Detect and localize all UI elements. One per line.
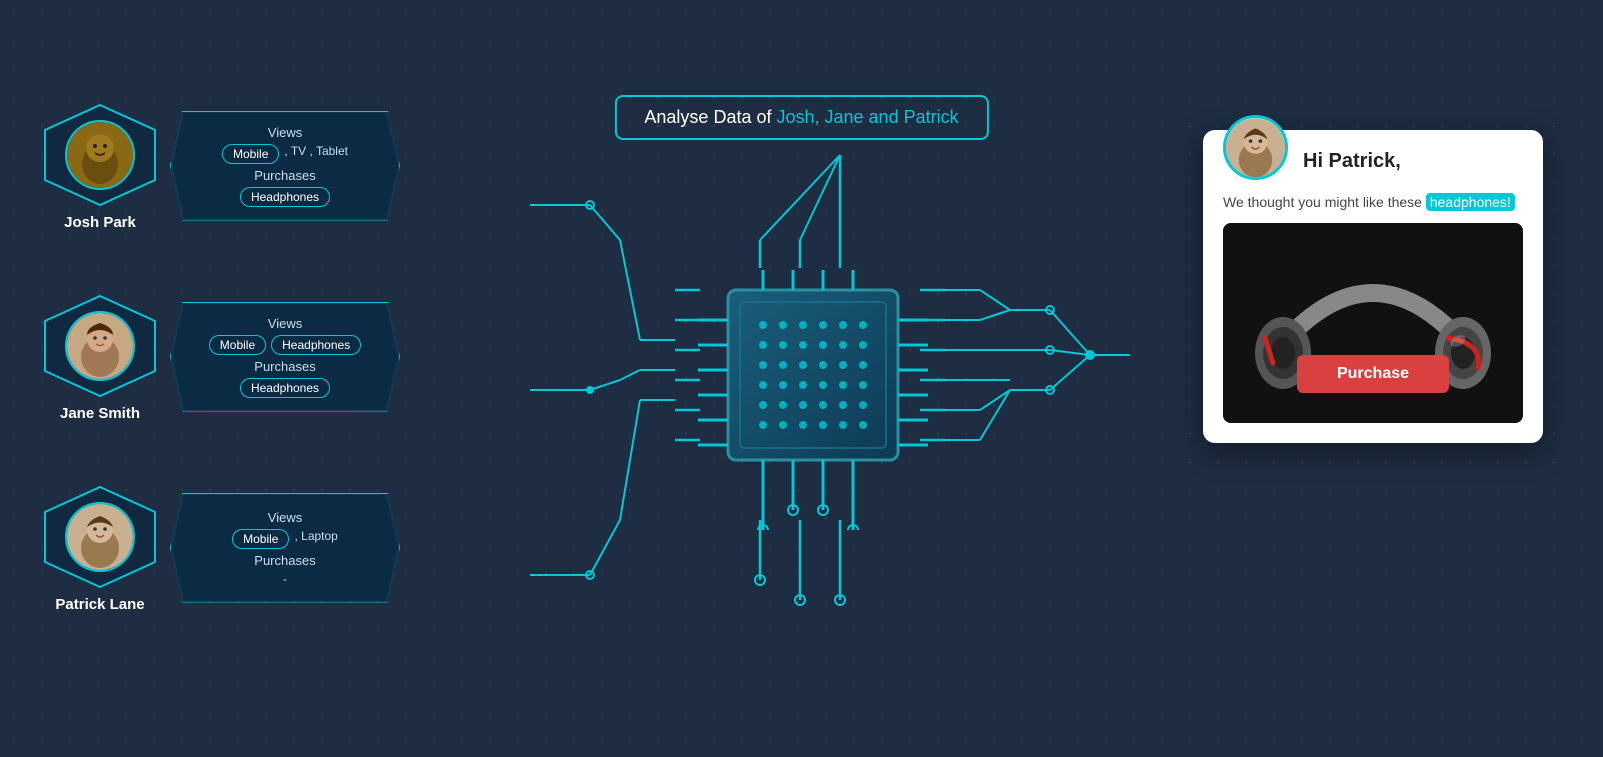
data-box-patrick: Views Mobile , Laptop Purchases - bbox=[170, 493, 400, 603]
hex-container-jane bbox=[40, 291, 160, 401]
hex-container-patrick bbox=[40, 482, 160, 592]
user-row-jane: Jane Smith Views Mobile Headphones Purch… bbox=[40, 291, 400, 422]
result-message-highlight: headphones! bbox=[1426, 193, 1515, 211]
result-card: Hi Patrick, We thought you might like th… bbox=[1203, 130, 1543, 443]
josh-views-tags: Mobile , TV , Tablet bbox=[222, 144, 348, 164]
avatar-josh bbox=[65, 120, 135, 190]
jane-purchase-tags: Headphones bbox=[240, 378, 330, 398]
cpu-chip-container bbox=[698, 270, 928, 535]
user-row-josh: Josh Park Views Mobile , TV , Tablet Pur… bbox=[40, 100, 400, 231]
patrick-tag-mobile: Mobile bbox=[232, 529, 289, 549]
jane-tag-mobile: Mobile bbox=[209, 335, 266, 355]
purchase-button[interactable]: Purchase bbox=[1297, 355, 1449, 393]
result-greeting: Hi Patrick, bbox=[1303, 150, 1401, 173]
result-text-block: Hi Patrick, bbox=[1303, 150, 1401, 173]
title-highlight: Josh, Jane and Patrick bbox=[776, 107, 958, 127]
josh-views-plain: , TV , Tablet bbox=[284, 144, 348, 164]
user-row-patrick: Patrick Lane Views Mobile , Laptop Purch… bbox=[40, 482, 400, 613]
result-message-before: We thought you might like these bbox=[1223, 194, 1426, 210]
result-card-header: Hi Patrick, bbox=[1223, 150, 1523, 180]
result-avatar-patrick bbox=[1223, 115, 1288, 180]
title-box: Analyse Data of Josh, Jane and Patrick bbox=[614, 95, 988, 140]
patrick-purchase-tags: - bbox=[283, 572, 287, 586]
title-text: Analyse Data of bbox=[644, 107, 776, 127]
josh-purchases-label: Purchases bbox=[254, 168, 315, 183]
headphones-image: Purchase bbox=[1223, 223, 1523, 423]
avatar-jane bbox=[65, 311, 135, 381]
user-card-jane: Jane Smith bbox=[40, 291, 160, 422]
cpu-chip-svg bbox=[698, 270, 928, 530]
jane-views-tags: Mobile Headphones bbox=[209, 335, 361, 355]
user-card-patrick: Patrick Lane bbox=[40, 482, 160, 613]
user-name-patrick: Patrick Lane bbox=[55, 596, 144, 613]
users-section: Josh Park Views Mobile , TV , Tablet Pur… bbox=[40, 100, 400, 613]
josh-tag-headphones: Headphones bbox=[240, 187, 330, 207]
josh-purchase-tags: Headphones bbox=[240, 187, 330, 207]
patrick-purchases-label: Purchases bbox=[254, 553, 315, 568]
hex-container-josh bbox=[40, 100, 160, 210]
patrick-views-label: Views bbox=[268, 510, 302, 525]
user-name-jane: Jane Smith bbox=[60, 405, 140, 422]
user-card-josh: Josh Park bbox=[40, 100, 160, 231]
jane-purchases-label: Purchases bbox=[254, 359, 315, 374]
jane-tag-headphones: Headphones bbox=[271, 335, 361, 355]
patrick-views-tags: Mobile , Laptop bbox=[232, 529, 338, 549]
josh-tag-mobile: Mobile bbox=[222, 144, 279, 164]
jane-views-label: Views bbox=[268, 316, 302, 331]
result-message: We thought you might like these headphon… bbox=[1223, 192, 1523, 213]
patrick-purchase-plain: - bbox=[283, 572, 287, 586]
patrick-views-plain: , Laptop bbox=[294, 529, 337, 549]
user-name-josh: Josh Park bbox=[64, 214, 136, 231]
data-box-josh: Views Mobile , TV , Tablet Purchases Hea… bbox=[170, 111, 400, 221]
jane-tag-headphones-purchase: Headphones bbox=[240, 378, 330, 398]
josh-views-label: Views bbox=[268, 125, 302, 140]
avatar-patrick bbox=[65, 502, 135, 572]
headphones-visual bbox=[1223, 223, 1523, 423]
data-box-jane: Views Mobile Headphones Purchases Headph… bbox=[170, 302, 400, 412]
